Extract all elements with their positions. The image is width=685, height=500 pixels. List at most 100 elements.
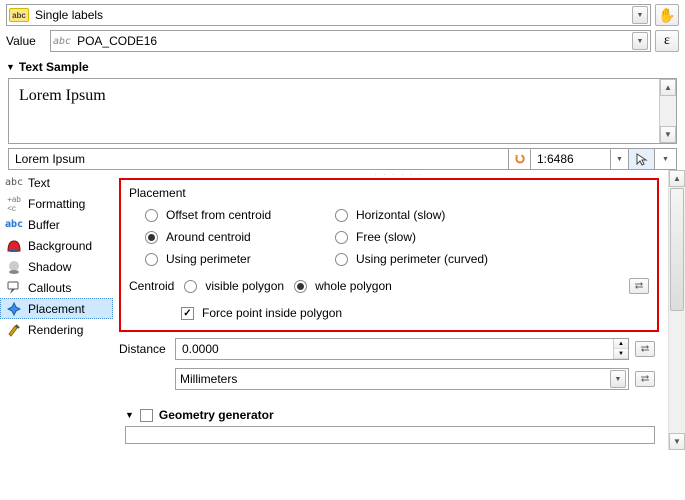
geometry-generator-header[interactable]: ▼ Geometry generator [125,408,679,422]
data-defined-override-button[interactable]: ⮂ [629,278,649,294]
checkbox-force-point-inside[interactable]: Force point inside polygon [181,306,649,320]
geometry-generator-label: Geometry generator [159,408,274,422]
callouts-icon [6,280,22,296]
radio-using-perimeter-curved[interactable]: Using perimeter (curved) [335,252,535,266]
sidebar-item-rendering[interactable]: Rendering [0,319,113,340]
radio-offset-from-centroid[interactable]: Offset from centroid [145,208,325,222]
sidebar-item-placement[interactable]: Placement [0,298,113,319]
hand-icon: ✋ [658,7,675,24]
scale-extra-button[interactable]: ▼ [654,149,676,169]
radio-visible-polygon[interactable]: visible polygon [184,279,284,293]
placement-highlighted-region: Placement Offset from centroid Horizonta… [119,178,659,332]
data-defined-override-button[interactable]: ⮂ [635,371,655,387]
scroll-up-icon[interactable]: ▲ [660,79,676,96]
shadow-icon [6,259,22,275]
sidebar-item-label: Callouts [28,281,71,295]
undo-icon [513,152,526,166]
preview-scrollbar[interactable]: ▲ ▼ [659,79,676,143]
distance-label: Distance [119,342,169,356]
sidebar-item-text[interactable]: abc Text [0,172,113,193]
sidebar-item-label: Shadow [28,260,71,274]
chevron-down-icon: ▼ [632,32,648,50]
data-defined-override-button[interactable]: ⮂ [635,341,655,357]
chevron-down-icon: ▼ [632,6,648,24]
auto-labeling-button[interactable]: ✋ [655,4,679,26]
epsilon-icon: ε [664,33,670,49]
value-label: Value [6,34,46,48]
radio-label: Using perimeter (curved) [356,252,488,266]
radio-using-perimeter[interactable]: Using perimeter [145,252,325,266]
expression-button[interactable]: ε [655,30,679,52]
radio-label: Free (slow) [356,230,416,244]
sidebar-item-callouts[interactable]: Callouts [0,277,113,298]
distance-spinbox[interactable]: ▲ ▼ [175,338,629,360]
override-icon: ⮂ [641,343,650,356]
text-sample-title: Text Sample [19,60,89,74]
cursor-icon [635,152,649,166]
scroll-down-icon[interactable]: ▼ [660,126,676,143]
sidebar-item-background[interactable]: Background [0,235,113,256]
radio-label: Offset from centroid [166,208,271,222]
buffer-icon: abc [6,217,22,233]
disclosure-triangle-icon: ▼ [6,62,15,72]
reset-sample-button[interactable] [508,149,530,169]
preview-rendered-text: Lorem Ipsum [19,87,106,104]
radio-icon [184,280,197,293]
spin-up-icon[interactable]: ▲ [614,339,628,349]
sidebar-item-label: Formatting [28,197,85,211]
radio-free[interactable]: Free (slow) [335,230,535,244]
rendering-icon [6,322,22,338]
checkbox-icon [181,307,194,320]
scroll-track[interactable] [660,96,676,126]
text-sample-header[interactable]: ▼ Text Sample [0,56,685,78]
radio-label: whole polygon [315,279,392,293]
radio-label: Around centroid [166,230,251,244]
override-icon: ⮂ [635,280,644,293]
map-identify-button[interactable] [628,149,654,169]
radio-whole-polygon[interactable]: whole polygon [294,279,392,293]
radio-icon [145,253,158,266]
sidebar-item-buffer[interactable]: abc Buffer [0,214,113,235]
text-sample-preview: Lorem Ipsum ▲ ▼ [8,78,677,144]
centroid-label: Centroid [129,279,174,293]
scroll-thumb[interactable] [670,188,684,311]
scale-input-cell[interactable]: 1:6486 [530,149,610,169]
value-field-name: POA_CODE16 [75,34,628,48]
geometry-generator-expression-box[interactable] [125,426,655,444]
radio-icon [335,231,348,244]
sidebar-item-formatting[interactable]: +ab<c Formatting [0,193,113,214]
field-type-icon: abc [53,36,71,47]
override-icon: ⮂ [641,373,650,386]
sidebar-item-label: Background [28,239,92,253]
scale-value: 1:6486 [537,152,574,166]
text-icon: abc [6,175,22,191]
placement-icon [6,301,22,317]
single-labels-icon: abc [9,8,29,22]
scroll-down-icon[interactable]: ▼ [669,433,685,450]
sample-text-input[interactable] [9,149,508,169]
radio-around-centroid[interactable]: Around centroid [145,230,325,244]
sidebar-item-label: Text [28,176,50,190]
scroll-up-icon[interactable]: ▲ [669,170,685,187]
radio-label: Horizontal (slow) [356,208,445,222]
spin-down-icon[interactable]: ▼ [614,349,628,359]
labeling-mode-combo[interactable]: abc Single labels ▼ [6,4,651,26]
chevron-down-icon: ▼ [615,150,624,168]
disclosure-triangle-icon: ▼ [125,410,134,420]
panel-scrollbar[interactable]: ▲ ▼ [668,170,685,450]
chevron-down-icon: ▼ [610,370,626,388]
radio-icon [145,231,158,244]
distance-unit-selected: Millimeters [178,372,606,386]
scroll-track[interactable] [669,312,685,433]
background-icon [6,238,22,254]
distance-unit-combo[interactable]: Millimeters ▼ [175,368,629,390]
radio-horizontal[interactable]: Horizontal (slow) [335,208,535,222]
sidebar-item-shadow[interactable]: Shadow [0,256,113,277]
radio-label: visible polygon [205,279,284,293]
sidebar-item-label: Placement [28,302,85,316]
distance-input[interactable] [176,342,613,356]
geometry-generator-checkbox[interactable] [140,409,153,422]
radio-icon [335,209,348,222]
value-field-combo[interactable]: abc POA_CODE16 ▼ [50,30,651,52]
scale-dropdown-button[interactable]: ▼ [610,149,628,169]
